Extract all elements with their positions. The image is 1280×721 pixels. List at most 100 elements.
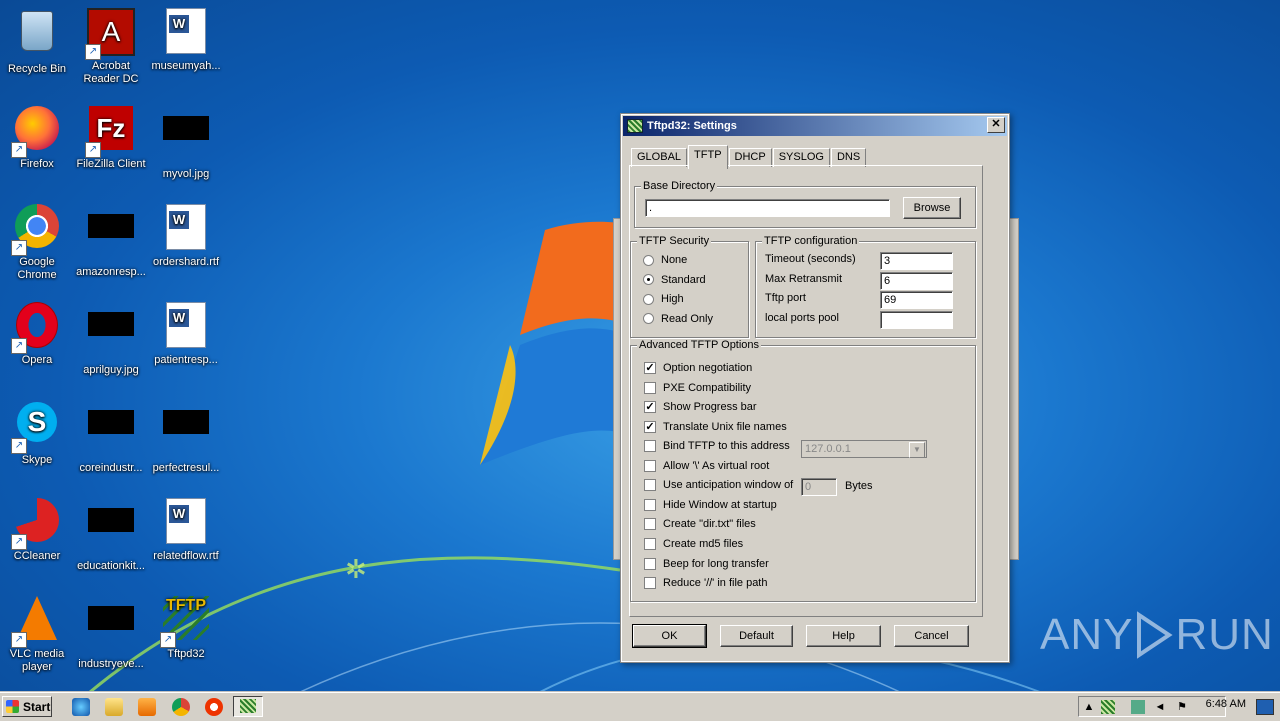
desktop-icon[interactable]: amazonresp...	[74, 202, 148, 279]
image-thumb-icon	[162, 116, 210, 164]
checkbox[interactable]	[644, 440, 656, 453]
media-player-icon[interactable]	[138, 698, 156, 716]
chevron-up-icon[interactable]: ▲	[1082, 700, 1096, 714]
desktop-icon[interactable]: coreindustr...	[74, 398, 148, 475]
close-button[interactable]: ✕	[987, 117, 1005, 133]
checkbox[interactable]	[644, 518, 656, 531]
desktop-icon[interactable]: A ↗ Acrobat Reader DC	[74, 6, 148, 86]
image-thumb-icon	[162, 410, 210, 458]
config-field-input[interactable]: 6	[880, 271, 953, 290]
tftp-security-legend: TFTP Security	[637, 235, 712, 247]
watermark-text-right: RUN	[1175, 610, 1274, 659]
base-directory-input[interactable]: .	[645, 199, 890, 217]
start-label: Start	[23, 700, 51, 714]
chevron-down-icon[interactable]: ▼	[909, 442, 925, 458]
checkbox[interactable]	[644, 479, 656, 492]
desktop-icon-label: museumyah...	[151, 60, 221, 72]
advanced-option[interactable]: ✓ Option negotiation	[644, 360, 752, 376]
advanced-option[interactable]: ✓ Translate Unix file names	[644, 419, 787, 435]
config-field-label: local ports pool	[765, 311, 839, 324]
show-desktop-icon[interactable]	[1256, 699, 1274, 715]
desktop-icon[interactable]: ↗ VLC media player	[0, 594, 74, 674]
desktop-icon[interactable]: educationkit...	[74, 496, 148, 573]
bind-address-select[interactable]: 127.0.0.1 ▼	[801, 440, 927, 458]
clock[interactable]: 6:48 AM	[1206, 698, 1246, 710]
advanced-option[interactable]: Create "dir.txt" files	[644, 516, 756, 532]
opera-taskbar-icon[interactable]	[205, 698, 223, 716]
checkbox-checked[interactable]: ✓	[644, 420, 656, 433]
radio-button[interactable]	[643, 254, 654, 266]
desktop-icon[interactable]: Fz ↗ FileZilla Client	[74, 104, 148, 171]
checkbox[interactable]	[644, 498, 656, 511]
checkbox[interactable]	[644, 557, 656, 570]
advanced-option[interactable]: Beep for long transfer	[644, 556, 769, 572]
browse-button[interactable]: Browse	[903, 197, 961, 219]
advanced-option[interactable]: PXE Compatibility	[644, 380, 751, 396]
security-option-read-only[interactable]: Read Only	[643, 311, 713, 327]
security-option-standard[interactable]: Standard	[643, 272, 706, 288]
anticipation-unit-label: Bytes	[845, 480, 873, 492]
advanced-option[interactable]: ✓ Show Progress bar	[644, 399, 757, 415]
file-explorer-icon[interactable]	[105, 698, 123, 716]
security-option-none[interactable]: None	[643, 252, 687, 268]
cancel-button[interactable]: Cancel	[894, 625, 969, 647]
recycle-bin-icon	[13, 11, 61, 59]
advanced-option[interactable]: Use anticipation window of	[644, 477, 793, 493]
tftpd-tray-icon[interactable]	[1101, 700, 1115, 714]
desktop-icon[interactable]: ↗ CCleaner	[0, 496, 74, 563]
system-tray: ▲ ◄ ⚑	[1078, 696, 1226, 717]
ok-button[interactable]: OK	[632, 624, 707, 648]
radio-button[interactable]	[643, 313, 654, 324]
desktop-icon[interactable]: perfectresul...	[149, 398, 223, 475]
tftpd-taskbar-button[interactable]	[233, 696, 263, 717]
config-field-input[interactable]: 69	[880, 291, 953, 309]
desktop-icon[interactable]: Wordershard.rtf	[149, 202, 223, 269]
shortcut-arrow-icon: ↗	[11, 240, 27, 256]
checkbox[interactable]	[644, 459, 656, 472]
checkbox-checked[interactable]: ✓	[644, 401, 656, 414]
desktop-icon[interactable]: ↗ Google Chrome	[0, 202, 74, 282]
chrome-taskbar-icon[interactable]	[172, 698, 190, 716]
advanced-option[interactable]: Reduce '//' in file path	[644, 575, 767, 591]
firefox-icon: ↗	[11, 106, 61, 158]
network-icon[interactable]	[1131, 700, 1145, 714]
desktop-icon[interactable]: Wmuseumyah...	[149, 6, 223, 73]
config-field-input[interactable]	[880, 310, 953, 329]
checkbox[interactable]	[644, 537, 656, 550]
flag-icon[interactable]: ⚑	[1175, 700, 1189, 714]
advanced-option[interactable]: Create md5 files	[644, 536, 743, 552]
desktop-icon-label: Tftpd32	[167, 648, 205, 660]
start-button[interactable]: Start	[2, 696, 52, 717]
config-field-input[interactable]: 3	[880, 252, 953, 270]
radio-button[interactable]	[643, 293, 654, 305]
desktop-icon[interactable]: TFTP ↗ Tftpd32	[149, 594, 223, 661]
internet-explorer-icon[interactable]	[72, 698, 90, 716]
help-button[interactable]: Help	[806, 625, 881, 647]
checkbox-checked[interactable]: ✓	[644, 362, 656, 374]
desktop-icon[interactable]: Wrelatedflow.rtf	[149, 496, 223, 563]
security-option-high[interactable]: High	[643, 291, 684, 307]
taskbar: Start ▲ ◄ ⚑ 6:48 AM	[0, 692, 1280, 721]
radio-button[interactable]	[643, 274, 654, 285]
advanced-option[interactable]: Hide Window at startup	[644, 497, 777, 513]
checkbox[interactable]	[644, 577, 656, 590]
desktop-icon[interactable]: aprilguy.jpg	[74, 300, 148, 377]
speaker-icon[interactable]: ◄	[1153, 700, 1167, 714]
tftpd-taskbar-icon	[240, 699, 256, 713]
desktop-icon[interactable]: Recycle Bin	[0, 6, 74, 76]
dialog-titlebar[interactable]: Tftpd32: Settings	[623, 116, 1007, 136]
desktop-icon[interactable]: ↗ Firefox	[0, 104, 74, 171]
desktop-icon[interactable]: Wpatientresp...	[149, 300, 223, 367]
default-button[interactable]: Default	[720, 625, 793, 647]
advanced-option[interactable]: Bind TFTP to this address	[644, 438, 790, 454]
advanced-option[interactable]: Allow '\' As virtual root	[644, 458, 769, 474]
anticipation-window-input[interactable]: 0	[801, 478, 837, 496]
tab-tftp[interactable]: TFTP	[688, 145, 728, 169]
checkbox[interactable]	[644, 381, 656, 394]
desktop-icon[interactable]: industryeve...	[74, 594, 148, 671]
base-directory-group: Base Directory . Browse	[634, 180, 976, 228]
windows-flag-icon	[6, 700, 19, 713]
desktop-icon[interactable]: myvol.jpg	[149, 104, 223, 181]
desktop-icon[interactable]: ↗ Opera	[0, 300, 74, 367]
desktop-icon[interactable]: S ↗ Skype	[0, 398, 74, 467]
